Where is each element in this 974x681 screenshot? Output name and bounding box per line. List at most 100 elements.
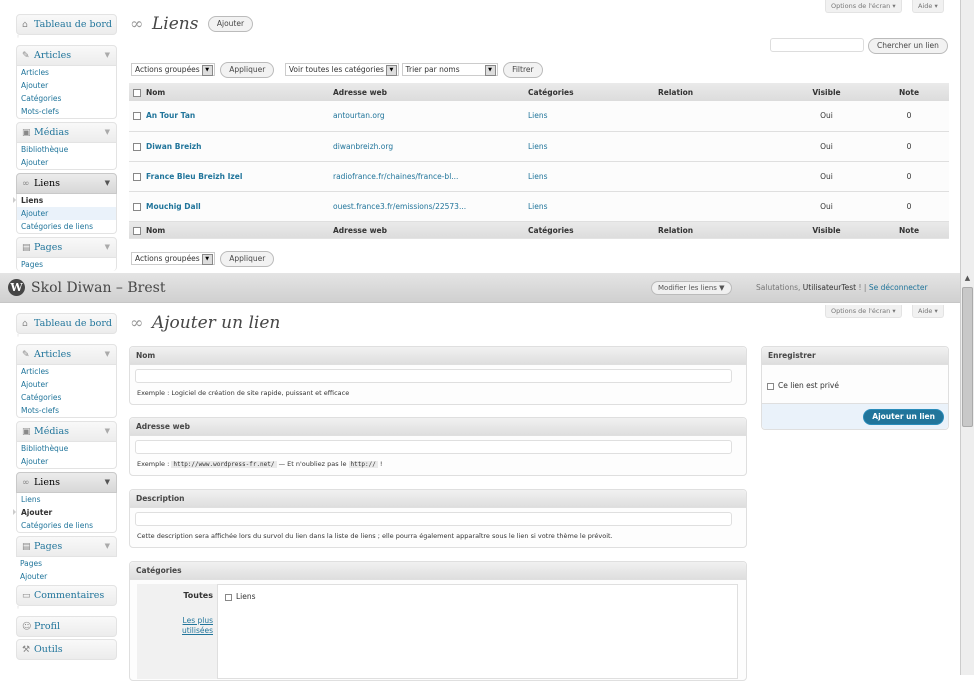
- submenu-item-current[interactable]: Ajouter: [13, 506, 116, 519]
- logout-link[interactable]: Se déconnecter: [869, 283, 928, 292]
- submenu-item[interactable]: Pages: [16, 557, 117, 570]
- link-name[interactable]: France Bleu Breizh Izel: [146, 172, 242, 181]
- submenu-item-current[interactable]: Liens: [13, 194, 116, 207]
- submenu-item[interactable]: Mots-clefs: [17, 404, 116, 417]
- tab-popular-categories[interactable]: Les plus utilisées: [153, 616, 213, 636]
- chevron-down-icon[interactable]: ▼: [105, 537, 110, 556]
- chevron-down-icon[interactable]: ▼: [105, 123, 110, 142]
- link-url[interactable]: antourtan.org: [333, 111, 385, 120]
- link-description-input[interactable]: [135, 512, 732, 526]
- select-all-checkbox[interactable]: [133, 226, 141, 235]
- scroll-thumb[interactable]: [962, 287, 973, 427]
- submenu-item[interactable]: Mots-clefs: [17, 105, 116, 118]
- column-header-url[interactable]: Adresse web: [329, 83, 524, 101]
- chevron-down-icon[interactable]: ▼: [105, 46, 110, 65]
- submenu-item[interactable]: Articles: [17, 66, 116, 79]
- submenu-item[interactable]: Catégories de liens: [17, 519, 116, 532]
- row-checkbox[interactable]: [133, 112, 141, 121]
- chevron-down-icon[interactable]: ▼: [105, 238, 110, 257]
- column-header-relation[interactable]: Relation: [654, 83, 784, 101]
- link-url-input[interactable]: [135, 440, 732, 454]
- menu-profile[interactable]: ☺ Profil: [16, 616, 117, 637]
- chevron-down-icon[interactable]: ▼: [105, 174, 110, 193]
- link-url[interactable]: diwanbreizh.org: [333, 142, 393, 151]
- category-checkbox[interactable]: [225, 593, 232, 601]
- submenu-item[interactable]: Ajouter: [17, 455, 116, 468]
- column-footer-visible[interactable]: Visible: [784, 221, 869, 239]
- help-tab[interactable]: Aide ▾: [912, 305, 944, 318]
- column-footer-url[interactable]: Adresse web: [329, 221, 524, 239]
- column-footer-rating[interactable]: Note: [869, 221, 949, 239]
- column-footer-name[interactable]: Nom: [129, 221, 329, 239]
- window-scrollbar[interactable]: ▲: [960, 0, 974, 675]
- submenu-item[interactable]: Pages: [17, 258, 116, 271]
- favorite-actions-button[interactable]: Modifier les liens ▼: [651, 281, 732, 295]
- column-header-categories[interactable]: Catégories: [524, 83, 654, 101]
- link-category[interactable]: Liens: [528, 172, 548, 181]
- search-button[interactable]: Chercher un lien: [868, 38, 948, 54]
- private-option[interactable]: Ce lien est privé: [767, 381, 839, 390]
- submenu-item[interactable]: Liens: [17, 493, 116, 506]
- add-link-button[interactable]: Ajouter: [207, 16, 254, 32]
- apply-button[interactable]: Appliquer: [220, 62, 275, 78]
- link-name-input[interactable]: [135, 369, 732, 383]
- menu-medias[interactable]: ▣ Médias ▼: [16, 421, 117, 442]
- submenu-item[interactable]: Bibliothèque: [17, 143, 116, 156]
- user-profile-link[interactable]: UtilisateurTest: [803, 283, 856, 292]
- link-category[interactable]: Liens: [528, 142, 548, 151]
- link-name[interactable]: Diwan Breizh: [146, 142, 202, 151]
- tab-all-categories[interactable]: Toutes: [183, 591, 213, 600]
- submenu-item[interactable]: Ajouter: [16, 570, 117, 583]
- select-all-checkbox[interactable]: [133, 88, 141, 97]
- link-category[interactable]: Liens: [528, 111, 548, 120]
- column-footer-relation[interactable]: Relation: [654, 221, 784, 239]
- add-link-submit-button[interactable]: Ajouter un lien: [863, 409, 944, 425]
- submenu-item[interactable]: Ajouter: [17, 79, 116, 92]
- menu-liens[interactable]: ∞ Liens ▼: [16, 173, 117, 194]
- bulk-actions-select[interactable]: Actions groupées: [131, 252, 215, 265]
- sort-select[interactable]: Trier par noms: [401, 63, 498, 76]
- filter-button[interactable]: Filtrer: [503, 62, 543, 78]
- category-filter-select[interactable]: Voir toutes les catégories: [284, 63, 399, 76]
- menu-pages[interactable]: ▤ Pages ▼: [16, 237, 117, 258]
- menu-medias[interactable]: ▣ Médias ▼: [16, 122, 117, 143]
- row-checkbox[interactable]: [133, 172, 141, 181]
- help-tab[interactable]: Aide ▾: [912, 0, 944, 13]
- chevron-down-icon[interactable]: ▼: [105, 473, 110, 492]
- category-option[interactable]: Liens: [225, 592, 256, 601]
- screen-options-tab[interactable]: Options de l'écran ▾: [825, 0, 902, 13]
- menu-pages[interactable]: ▤ Pages ▼: [16, 536, 117, 557]
- search-input[interactable]: [770, 38, 864, 52]
- submenu-item[interactable]: Ajouter: [17, 207, 116, 220]
- chevron-down-icon[interactable]: ▼: [105, 345, 110, 364]
- link-url[interactable]: ouest.france3.fr/emissions/22573...: [333, 202, 466, 211]
- column-footer-categories[interactable]: Catégories: [524, 221, 654, 239]
- link-name[interactable]: An Tour Tan: [146, 111, 195, 120]
- submenu-item[interactable]: Catégories: [17, 92, 116, 105]
- submenu-item[interactable]: Articles: [17, 365, 116, 378]
- private-checkbox[interactable]: [767, 382, 774, 390]
- site-name[interactable]: Skol Diwan – Brest: [31, 280, 165, 296]
- link-category[interactable]: Liens: [528, 202, 548, 211]
- column-header-name[interactable]: Nom: [129, 83, 329, 101]
- screen-options-tab[interactable]: Options de l'écran ▾: [825, 305, 902, 318]
- menu-liens[interactable]: ∞ Liens ▼: [16, 472, 117, 493]
- menu-tools[interactable]: ⚒ Outils: [16, 639, 117, 660]
- submenu-item[interactable]: Bibliothèque: [17, 442, 116, 455]
- menu-comments[interactable]: ▭ Commentaires: [16, 585, 117, 606]
- submenu-item[interactable]: Catégories de liens: [17, 220, 116, 233]
- link-name[interactable]: Mouchig Dall: [146, 202, 201, 211]
- submenu-item[interactable]: Ajouter: [17, 156, 116, 169]
- submenu-item[interactable]: Catégories: [17, 391, 116, 404]
- row-checkbox[interactable]: [133, 202, 141, 211]
- apply-button[interactable]: Appliquer: [220, 251, 275, 267]
- menu-articles[interactable]: ✎ Articles ▼: [16, 45, 117, 66]
- chevron-down-icon[interactable]: ▼: [105, 422, 110, 441]
- row-checkbox[interactable]: [133, 142, 141, 151]
- menu-dashboard[interactable]: ⌂ Tableau de bord: [16, 14, 117, 35]
- column-header-rating[interactable]: Note: [869, 83, 949, 101]
- scroll-up-arrow-icon[interactable]: ▲: [963, 274, 972, 283]
- submenu-item[interactable]: Ajouter: [17, 378, 116, 391]
- bulk-actions-select[interactable]: Actions groupées: [131, 63, 215, 76]
- menu-articles[interactable]: ✎ Articles ▼: [16, 344, 117, 365]
